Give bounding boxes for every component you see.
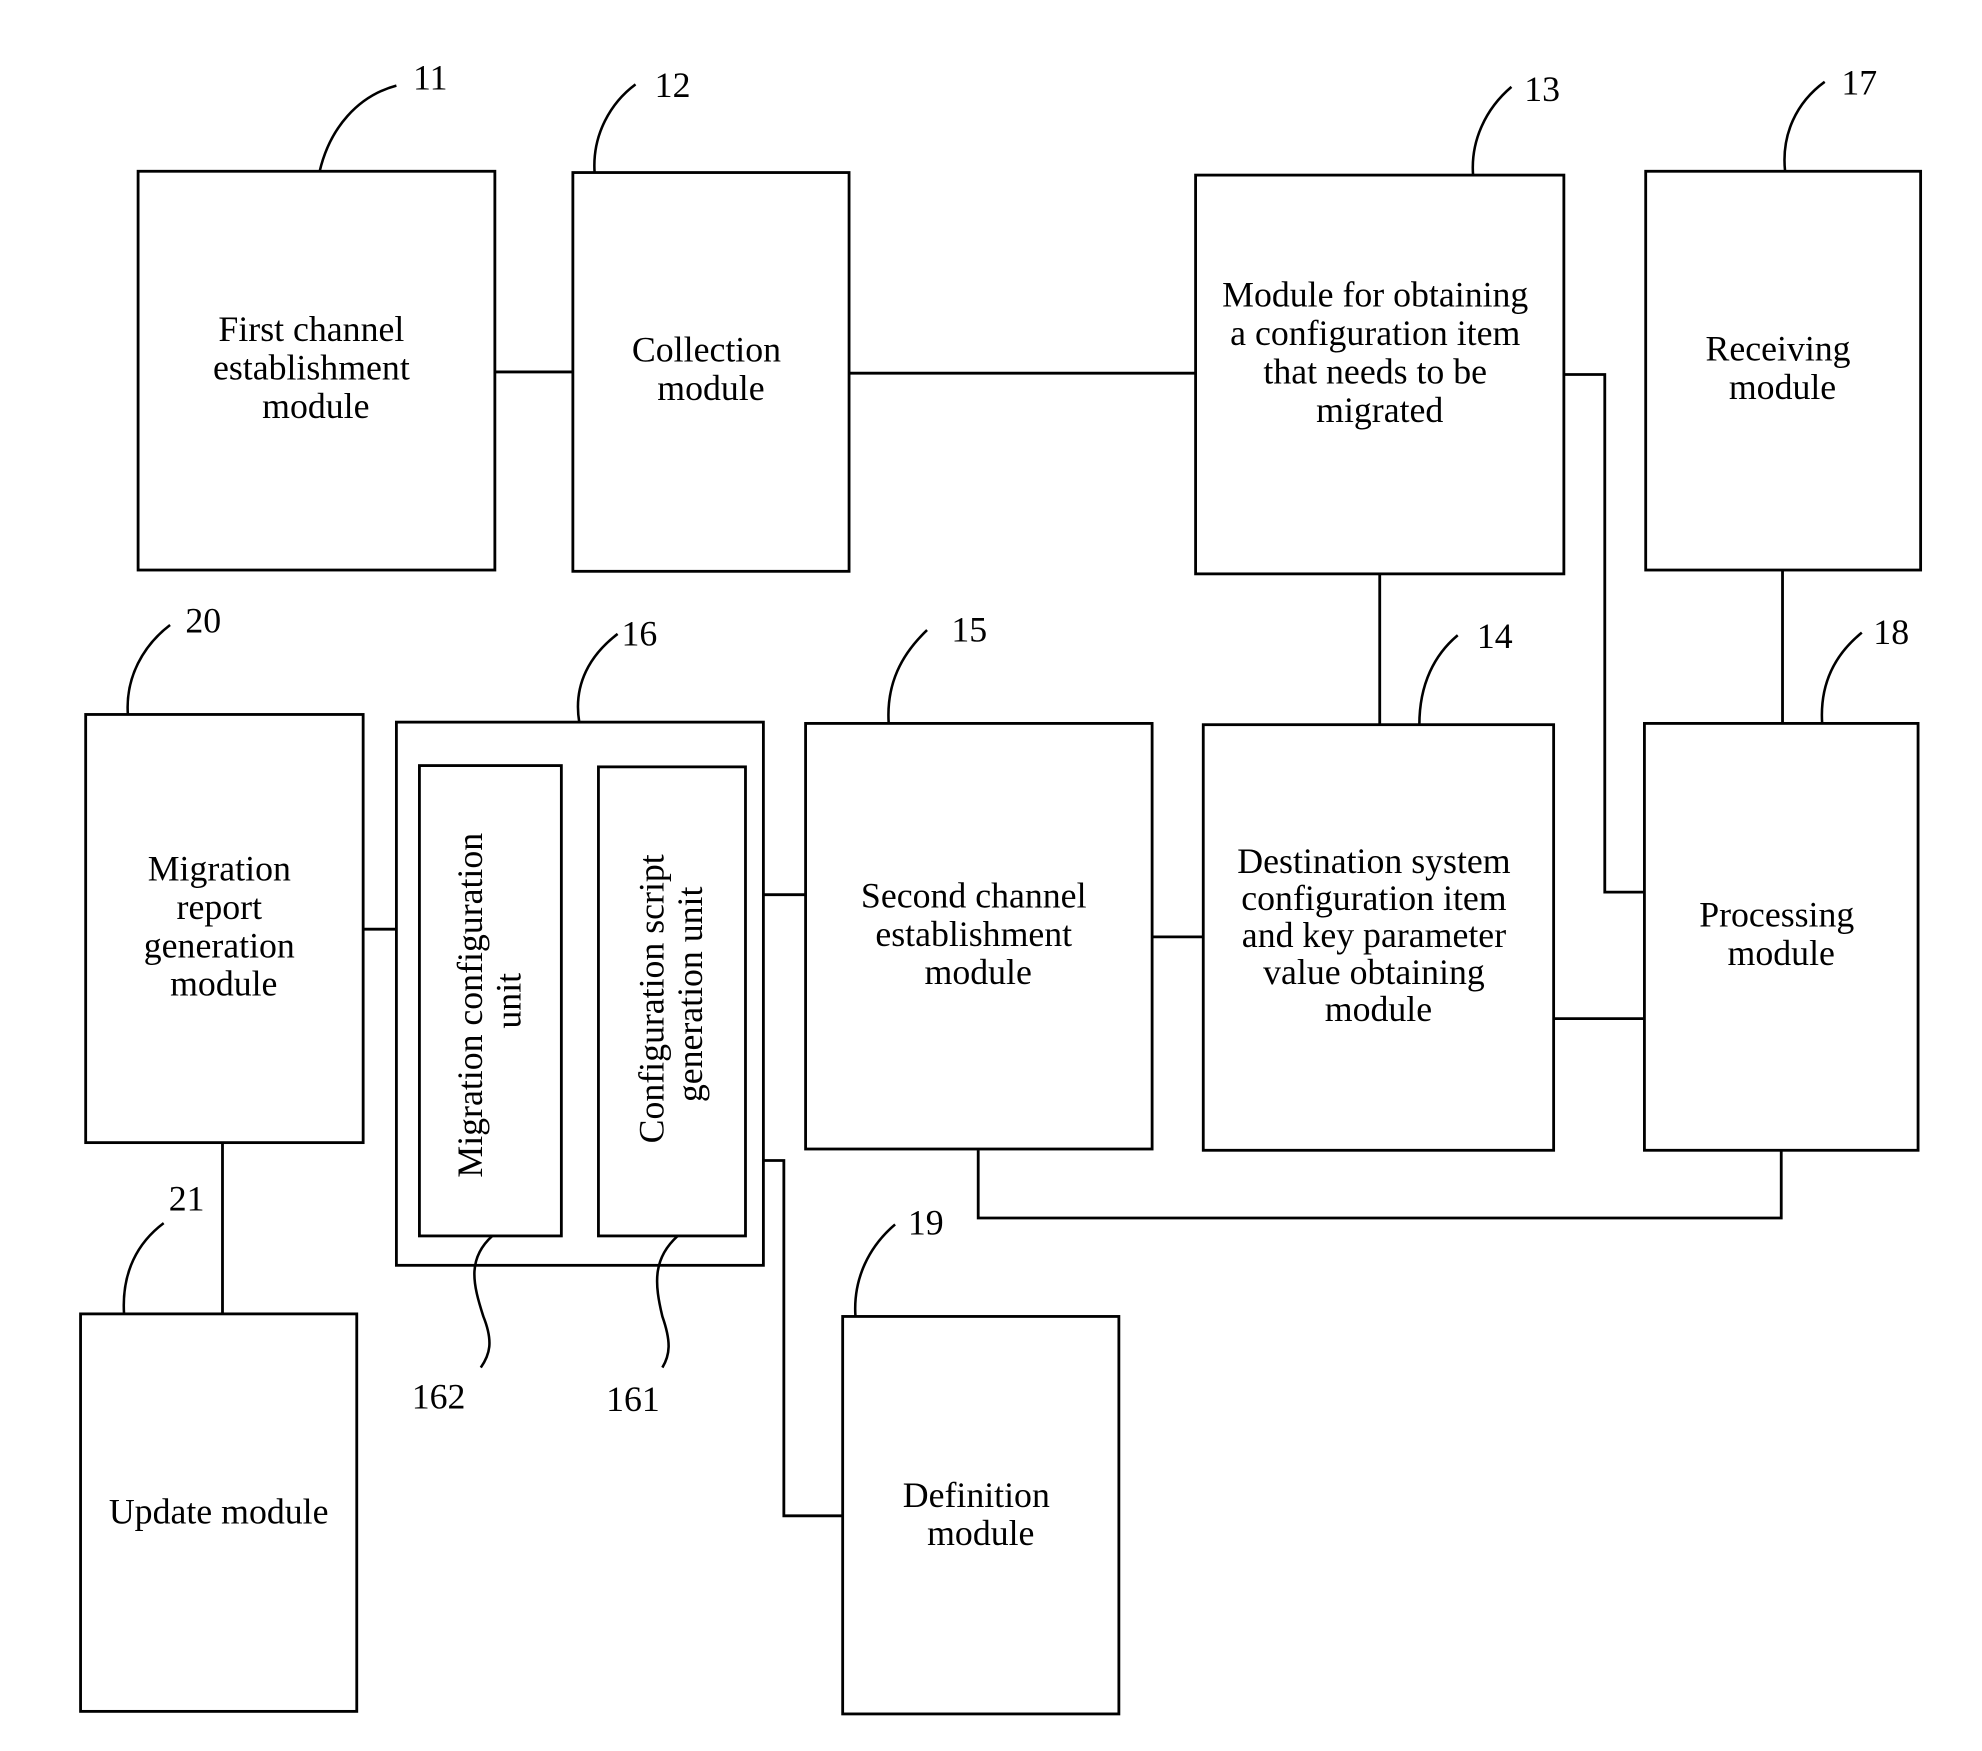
leader-16 (576, 632, 619, 723)
leader-18 (1820, 631, 1863, 724)
leader-11 (318, 84, 397, 172)
ref-13: 13 (1524, 69, 1560, 109)
wire-13-18 (1563, 373, 1645, 894)
leader-14 (1418, 634, 1459, 725)
ref-161: 161 (606, 1379, 660, 1419)
leader-15 (887, 629, 928, 724)
leader-20 (126, 623, 171, 715)
leader-19 (853, 1223, 896, 1317)
ref-162: 162 (412, 1376, 466, 1416)
leader-13 (1471, 85, 1513, 176)
label-update: Update module (109, 1492, 329, 1532)
leader-12 (593, 83, 637, 173)
ref-14: 14 (1477, 616, 1513, 656)
ref-12: 12 (655, 65, 691, 105)
ref-19: 19 (908, 1203, 944, 1243)
ref-15: 15 (951, 610, 987, 650)
wire-15-18 (976, 1150, 1783, 1220)
ref-16: 16 (621, 613, 657, 653)
label-configuration-script-generation-unit: Configuration script generation unit (632, 845, 710, 1143)
block-diagram: First channel establishment module Colle… (79, 57, 1923, 1716)
ref-17: 17 (1841, 63, 1877, 103)
ref-21: 21 (169, 1178, 205, 1218)
leader-21 (122, 1222, 165, 1314)
ref-20: 20 (185, 601, 221, 641)
ref-11: 11 (413, 57, 447, 97)
ref-18: 18 (1873, 612, 1909, 652)
leader-17 (1783, 80, 1826, 172)
